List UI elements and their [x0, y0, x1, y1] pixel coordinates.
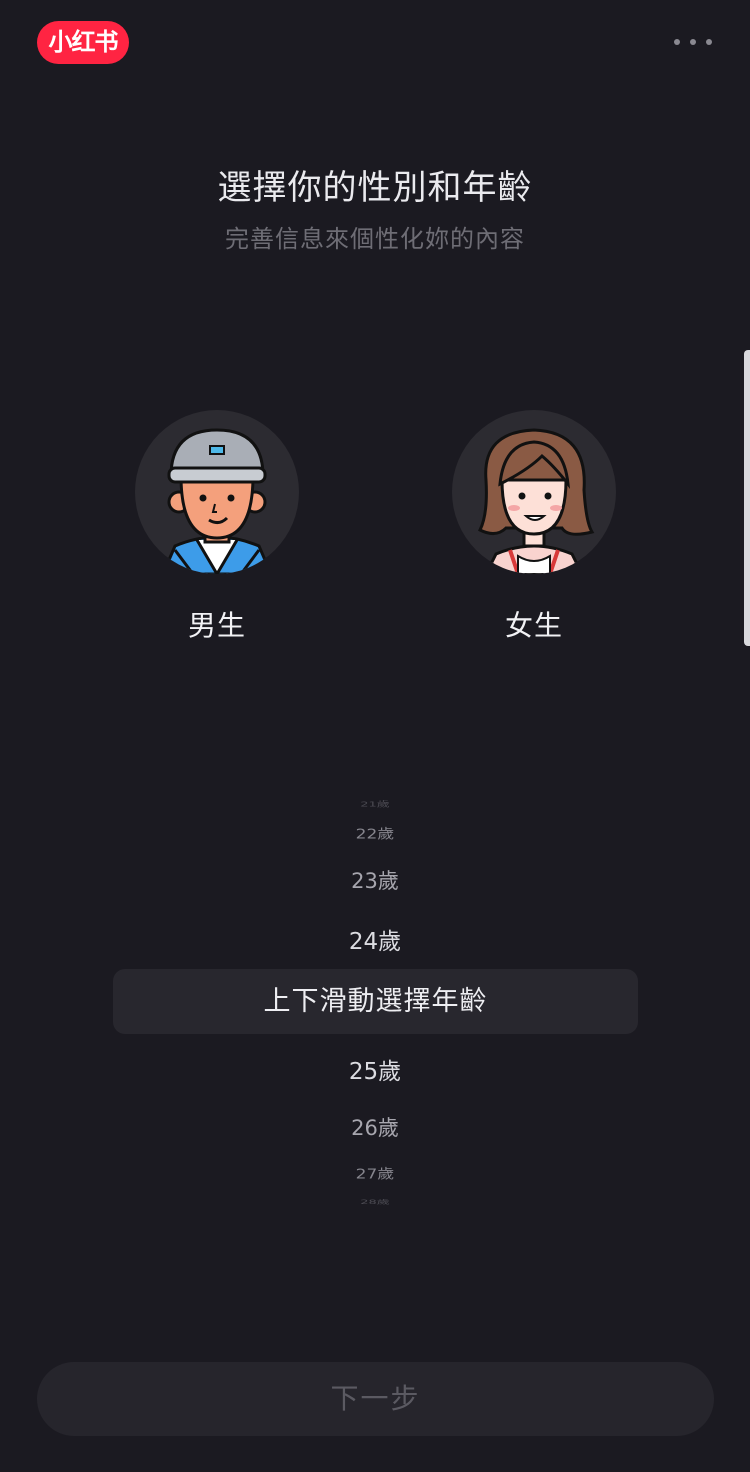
female-avatar	[452, 410, 616, 574]
side-drawer-handle[interactable]	[744, 350, 750, 646]
more-options-icon[interactable]	[670, 32, 716, 52]
age-option[interactable]: 22歲	[0, 823, 750, 843]
male-avatar-icon	[161, 428, 273, 574]
female-label: 女生	[504, 609, 563, 642]
male-avatar	[135, 410, 299, 574]
age-option[interactable]: 23歲	[0, 865, 750, 895]
age-option[interactable]: 26歲	[0, 1112, 750, 1142]
age-option[interactable]: 28歲	[0, 1197, 750, 1206]
next-step-button[interactable]: 下一步	[37, 1362, 714, 1436]
screen: 小红书 選擇你的性別和年齡 完善信息來個性化妳的內容 男生 女生 21歲 22歲…	[0, 0, 750, 1472]
female-avatar-icon	[477, 428, 595, 574]
age-picker-selection-prompt[interactable]: 上下滑動選擇年齡	[113, 969, 638, 1034]
gender-option-female[interactable]: 女生	[452, 410, 616, 644]
page-title: 選擇你的性別和年齡	[217, 168, 533, 208]
age-option[interactable]: 21歲	[0, 798, 750, 808]
more-dot	[706, 39, 712, 45]
age-option[interactable]: 27歲	[0, 1163, 750, 1183]
age-option[interactable]: 25歲	[0, 1052, 750, 1086]
more-dot	[690, 39, 696, 45]
app-logo: 小红书	[37, 21, 129, 64]
male-label: 男生	[187, 609, 246, 642]
more-dot	[674, 39, 680, 45]
page-subtitle: 完善信息來個性化妳的內容	[225, 225, 525, 253]
gender-option-male[interactable]: 男生	[135, 410, 299, 644]
age-option[interactable]: 24歲	[0, 922, 750, 956]
